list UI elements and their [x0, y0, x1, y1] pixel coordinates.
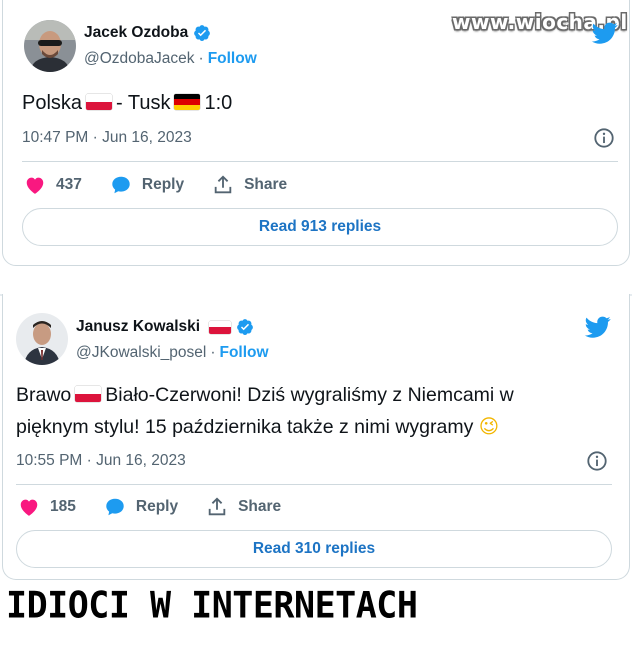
heart-icon [20, 499, 38, 516]
tweet-text: Brawo Biało-Czerwoni! Dziś wygraliśmy z N… [16, 380, 616, 443]
reply-label: Reply [135, 498, 179, 515]
poland-flag-icon [86, 94, 113, 110]
reply-label: Reply [141, 176, 185, 193]
tweet-actions: 185 Reply Share [18, 496, 309, 518]
poland-flag-icon [75, 386, 102, 402]
author-name-row: Janusz Kowalski [76, 318, 254, 336]
share-button[interactable]: Share [212, 174, 287, 196]
separator-dot: · [198, 50, 204, 67]
author-name[interactable]: Jacek Ozdoba [84, 24, 188, 42]
avatar-kowalski[interactable] [16, 313, 68, 365]
tweet-text-part: Brawo [16, 384, 72, 406]
share-label: Share [238, 498, 282, 515]
handle-row: @JKowalski_posel · Follow [76, 344, 269, 362]
reply-bubble-icon [106, 498, 124, 516]
tweet-text: Polska - Tusk 1:0 [22, 88, 232, 119]
reply-bubble-icon [112, 176, 130, 194]
germany-flag-icon [174, 94, 201, 110]
read-replies-button[interactable]: Read 310 replies [16, 530, 612, 568]
follow-button[interactable]: Follow [208, 50, 257, 67]
verified-badge-icon [237, 319, 253, 335]
author-handle[interactable]: @OzdobaJacek [84, 50, 195, 67]
follow-button[interactable]: Follow [220, 344, 269, 361]
tweet-timestamp[interactable]: 10:47 PM · Jun 16, 2023 [22, 129, 192, 147]
verified-badge-icon [194, 25, 211, 41]
poland-flag-icon [209, 320, 232, 334]
like-count: 185 [50, 498, 76, 515]
tweet-actions: 437 Reply Share [24, 174, 315, 196]
share-button[interactable]: Share [206, 496, 281, 518]
read-replies-button[interactable]: Read 913 replies [22, 208, 618, 246]
author-name-row: Jacek Ozdoba [84, 24, 211, 42]
tweet-text-part: 1:0 [204, 92, 233, 114]
like-count: 437 [56, 176, 82, 193]
meme-caption: IDIOCI W INTERNETACH [6, 585, 418, 627]
tweet-text-part: Biało-Czerwoni! Dziś wygraliśmy z Niemca… [105, 384, 514, 406]
like-button[interactable]: 185 [18, 496, 76, 518]
tweet-text-part: pięknym stylu! 15 października także z n… [16, 416, 474, 438]
info-icon[interactable] [586, 450, 608, 472]
separator-dot: · [210, 344, 216, 361]
divider [22, 161, 618, 162]
reply-button[interactable]: Reply [104, 496, 178, 518]
share-icon [208, 497, 226, 516]
twitter-bird-icon[interactable] [590, 20, 620, 46]
tweet-timestamp[interactable]: 10:55 PM · Jun 16, 2023 [16, 452, 186, 470]
divider [16, 484, 612, 485]
heart-icon [26, 177, 44, 194]
info-icon[interactable] [593, 127, 615, 149]
winking-face-emoji: 😉 [478, 415, 500, 438]
avatar-ozdoba[interactable] [24, 20, 76, 72]
twitter-bird-icon[interactable] [583, 314, 613, 340]
handle-row: @OzdobaJacek · Follow [84, 50, 257, 68]
author-name[interactable]: Janusz Kowalski [76, 318, 200, 336]
tweet-text-part: Polska [22, 92, 83, 114]
tweet-text-part: - Tusk [116, 92, 171, 114]
tweet-separator [0, 270, 632, 292]
share-icon [214, 175, 232, 194]
like-button[interactable]: 437 [24, 174, 82, 196]
share-label: Share [244, 176, 288, 193]
author-handle[interactable]: @JKowalski_posel [76, 344, 206, 361]
reply-button[interactable]: Reply [110, 174, 184, 196]
